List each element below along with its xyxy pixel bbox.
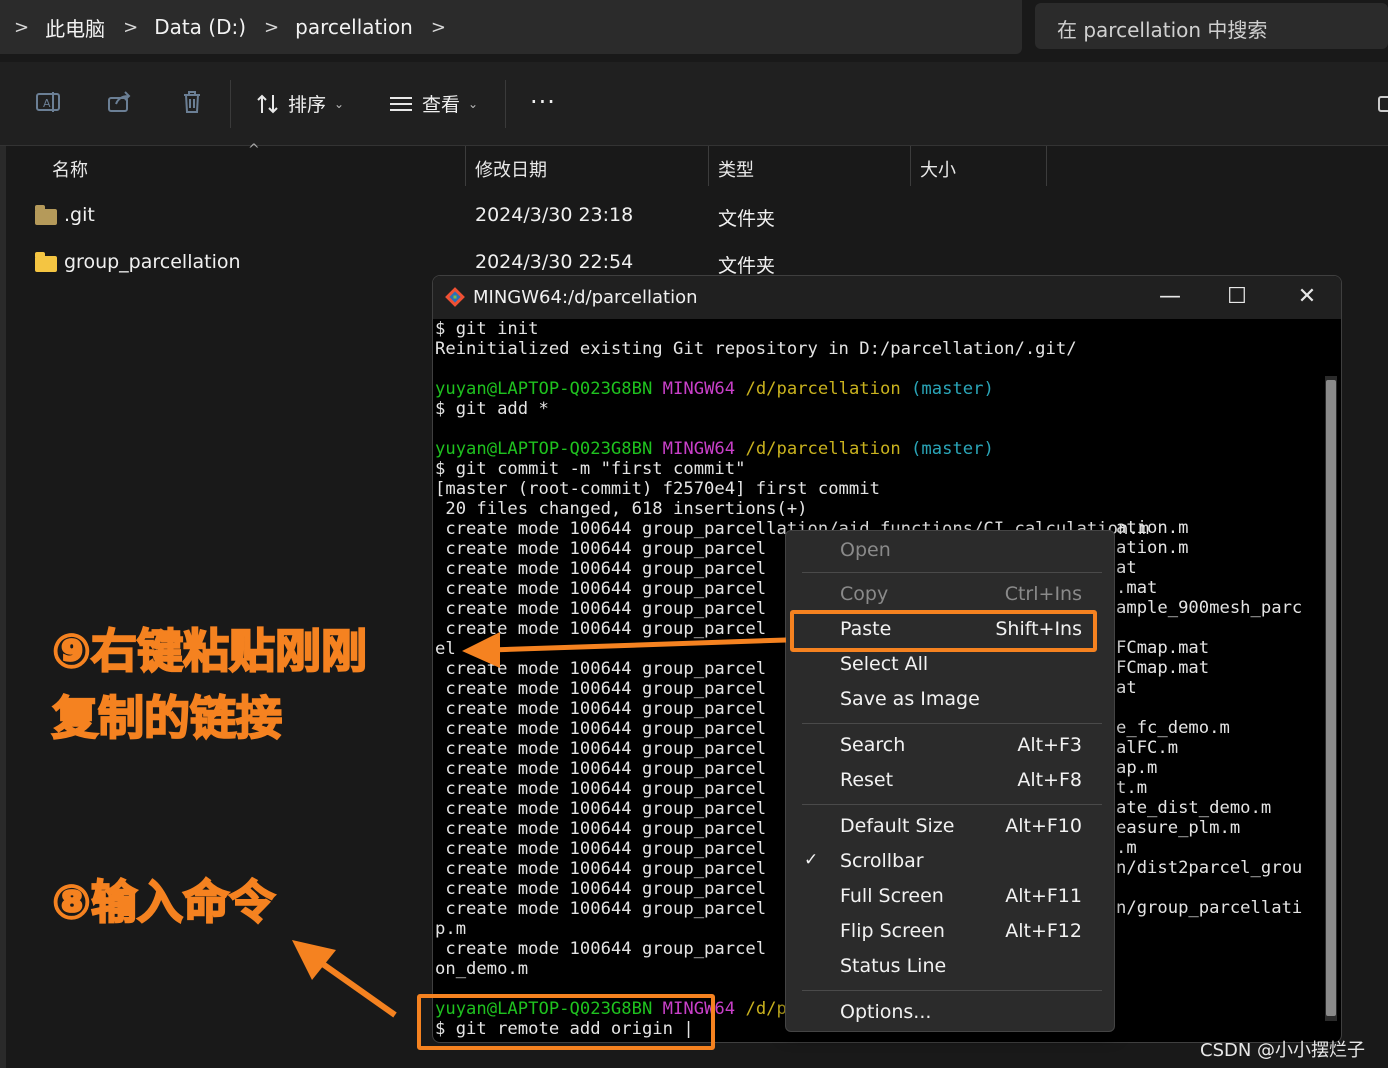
screenshot-root: > 此电脑 > Data (D:) > parcellation > 在 par… xyxy=(0,0,1388,1068)
arrow-to-terminal xyxy=(489,637,787,653)
step8-annotation: ⑧输入命令 xyxy=(51,874,276,930)
watermark: CSDN @小小摆烂子 xyxy=(1200,1040,1366,1061)
step9-annotation-line2: 复制的链接 xyxy=(51,690,283,746)
step9-annotation-line1: ⑨右键粘贴刚刚 xyxy=(51,623,368,679)
arrowhead xyxy=(462,632,500,668)
arrowhead xyxy=(292,940,336,980)
